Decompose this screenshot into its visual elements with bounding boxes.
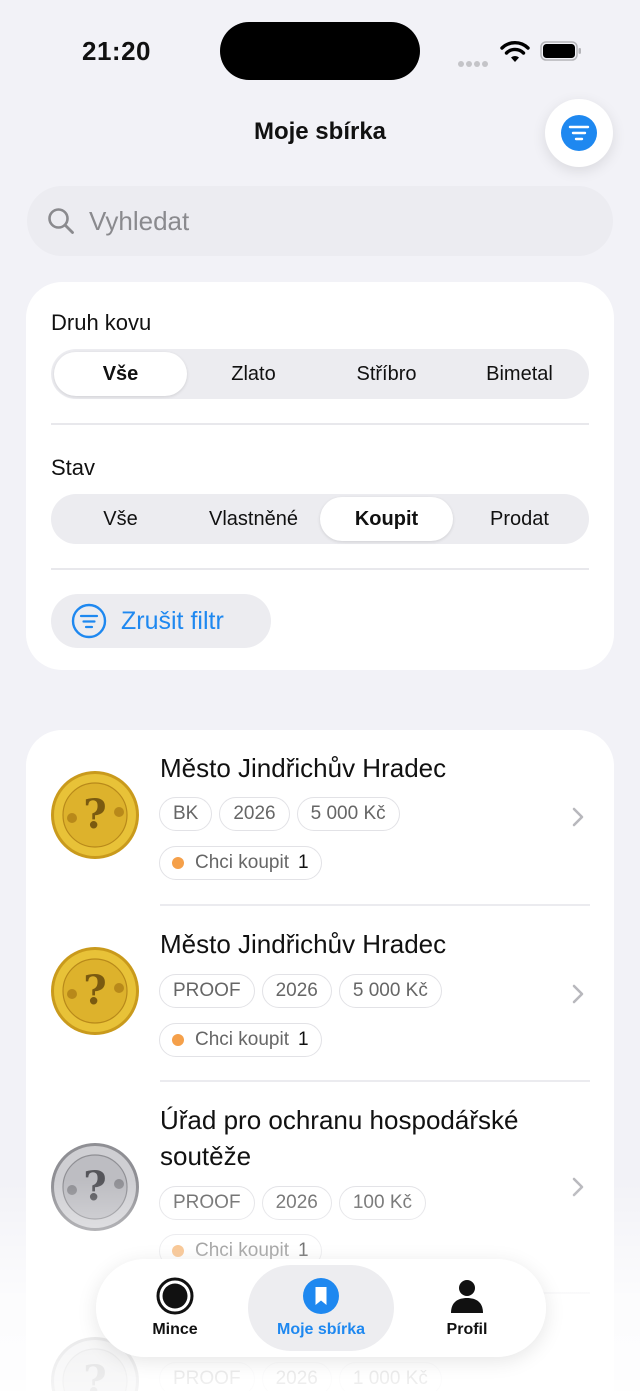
coin-row[interactable]: ? Město Jindřichův Hradec BK 2026 5 000 … bbox=[26, 730, 614, 906]
person-icon bbox=[451, 1280, 483, 1313]
tab-my-collection[interactable]: Moje sbírka bbox=[248, 1265, 394, 1351]
metal-filter-label: Druh kovu bbox=[51, 310, 152, 335]
filter-icon bbox=[561, 115, 597, 151]
state-segmented-control: Vše Vlastněné Koupit Prodat bbox=[51, 494, 589, 544]
status-badge: Chci koupit 1 bbox=[159, 1023, 322, 1057]
filter-button[interactable] bbox=[545, 99, 613, 167]
divider bbox=[51, 423, 589, 425]
coin-title: Město Jindřichův Hradec bbox=[160, 929, 447, 959]
coin-value-tag: 1 000 Kč bbox=[338, 1362, 442, 1391]
state-option-sell[interactable]: Prodat bbox=[453, 497, 586, 541]
clear-filter-label: Zrušit filtr bbox=[121, 606, 224, 635]
coin-title: Úřad pro ochranu hospodářské soutěže bbox=[160, 1105, 519, 1171]
svg-text:?: ? bbox=[83, 791, 106, 838]
coin-value-tag: 100 Kč bbox=[338, 1186, 426, 1220]
tab-bar: Mince Moje sbírka Profil bbox=[96, 1259, 546, 1357]
status-dot bbox=[172, 1034, 184, 1046]
coin-quality-tag: PROOF bbox=[159, 1362, 255, 1391]
silver-coin-icon: ? bbox=[51, 1143, 139, 1231]
status-dot bbox=[172, 1245, 184, 1257]
status-bar: 21:20 bbox=[0, 0, 640, 100]
metal-option-gold[interactable]: Zlato bbox=[187, 352, 320, 396]
bookmark-icon bbox=[303, 1278, 339, 1314]
status-dot bbox=[172, 857, 184, 869]
filter-icon bbox=[71, 603, 107, 639]
tab-coins[interactable]: Mince bbox=[102, 1265, 248, 1351]
coin-quality-tag: BK bbox=[159, 797, 213, 831]
tab-profile[interactable]: Profil bbox=[394, 1265, 540, 1351]
status-label: Chci koupit bbox=[195, 852, 289, 873]
divider bbox=[51, 568, 589, 570]
status-count: 1 bbox=[298, 852, 309, 873]
state-option-buy[interactable]: Koupit bbox=[320, 497, 453, 541]
chevron-right-icon bbox=[572, 984, 584, 1004]
coin-row[interactable]: ? Město Jindřichův Hradec PROOF 2026 5 0… bbox=[26, 906, 614, 1082]
wifi-icon bbox=[500, 41, 530, 62]
search-icon bbox=[48, 208, 74, 234]
coin-quality-tag: PROOF bbox=[159, 1186, 255, 1220]
state-option-owned[interactable]: Vlastněné bbox=[187, 497, 320, 541]
metal-option-silver[interactable]: Stříbro bbox=[320, 352, 453, 396]
battery-icon bbox=[540, 41, 581, 61]
tab-label: Moje sbírka bbox=[276, 1321, 366, 1338]
state-filter-label: Stav bbox=[51, 455, 96, 480]
svg-text:?: ? bbox=[83, 967, 106, 1014]
status-label: Chci koupit bbox=[195, 1029, 289, 1050]
clear-filter-button[interactable]: Zrušit filtr bbox=[51, 594, 271, 648]
gold-coin-icon: ? bbox=[51, 771, 139, 859]
state-option-all[interactable]: Vše bbox=[54, 497, 187, 541]
coin-year-tag: 2026 bbox=[261, 1362, 332, 1391]
svg-text:?: ? bbox=[83, 1357, 106, 1391]
search-bar[interactable] bbox=[27, 186, 613, 256]
coin-tags: PROOF 2026 1 000 Kč bbox=[159, 1362, 442, 1391]
svg-text:?: ? bbox=[83, 1163, 106, 1210]
dynamic-island bbox=[220, 22, 420, 80]
coin-icon bbox=[156, 1277, 194, 1315]
status-badge: Chci koupit 1 bbox=[159, 846, 322, 880]
coin-quality-tag: PROOF bbox=[159, 974, 255, 1008]
cellular-signal-icon bbox=[458, 54, 492, 67]
coin-year-tag: 2026 bbox=[261, 974, 332, 1008]
coin-value-tag: 5 000 Kč bbox=[296, 797, 400, 831]
metal-segmented-control: Vše Zlato Stříbro Bimetal bbox=[51, 349, 589, 399]
coin-tags: PROOF 2026 5 000 Kč bbox=[159, 974, 442, 1008]
coin-value-tag: 5 000 Kč bbox=[338, 974, 442, 1008]
status-count: 1 bbox=[298, 1029, 309, 1050]
filter-panel: Druh kovu Vše Zlato Stříbro Bimetal Stav… bbox=[26, 282, 614, 670]
coin-title: Město Jindřichův Hradec bbox=[160, 753, 447, 783]
coin-tags: PROOF 2026 100 Kč bbox=[159, 1186, 426, 1220]
tab-label: Mince bbox=[152, 1321, 198, 1338]
metal-option-bimetal[interactable]: Bimetal bbox=[453, 352, 586, 396]
chevron-right-icon bbox=[572, 1177, 584, 1197]
metal-option-all[interactable]: Vše bbox=[54, 352, 187, 396]
coin-year-tag: 2026 bbox=[261, 1186, 332, 1220]
search-input[interactable] bbox=[89, 205, 569, 237]
page-title: Moje sbírka bbox=[253, 118, 387, 145]
status-time: 21:20 bbox=[82, 36, 151, 66]
coin-year-tag: 2026 bbox=[219, 797, 290, 831]
coin-tags: BK 2026 5 000 Kč bbox=[159, 797, 400, 831]
tab-label: Profil bbox=[446, 1321, 488, 1338]
gold-coin-icon: ? bbox=[51, 947, 139, 1035]
chevron-right-icon bbox=[572, 807, 584, 827]
